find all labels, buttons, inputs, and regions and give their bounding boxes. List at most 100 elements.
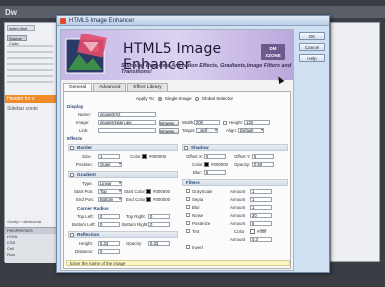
shadow-color-label: Color: <box>192 162 204 167</box>
posterize-amount-input[interactable]: 5 <box>250 220 272 226</box>
general-panel: Apply To: Single Image Global Selector D… <box>63 91 291 269</box>
top-left-label: Top Left: <box>77 214 94 219</box>
image-browse-button[interactable]: Browse... <box>159 119 179 126</box>
top-left-input[interactable]: 0 <box>98 214 120 219</box>
gradient-type-label: Type: <box>82 181 93 186</box>
bottom-left-input[interactable]: 0 <box>98 222 120 227</box>
dmxzone-logo: DM XZONE <box>261 44 285 60</box>
invert-checkbox[interactable] <box>186 245 190 249</box>
gradient-checkbox[interactable] <box>70 172 74 177</box>
name-input[interactable]: imageDrh2 <box>98 112 156 117</box>
align-select[interactable]: Default <box>238 128 264 133</box>
file-tab[interactable]: index.html <box>7 25 35 31</box>
bottom-right-label: Bottom Right: <box>122 222 149 227</box>
logo-bottom-text: XZONE <box>265 53 281 58</box>
blur-checkbox[interactable] <box>186 205 190 209</box>
code-lines <box>7 45 53 87</box>
gradient-end-pos-label: End Pos: <box>76 197 94 202</box>
header-preview-text: Header for s <box>5 95 59 103</box>
gradient-end-color-value: #000000 <box>153 197 171 202</box>
top-right-input[interactable]: 0 <box>148 214 170 219</box>
target-select[interactable]: _self <box>196 128 218 133</box>
grayscale-checkbox[interactable] <box>186 189 190 193</box>
shadow-offset-x-input[interactable]: 5 <box>204 154 226 159</box>
gradient-end-color-swatch[interactable] <box>146 197 151 202</box>
border-color-swatch[interactable] <box>142 154 147 159</box>
reflection-height-input[interactable]: 0.33 <box>98 241 120 246</box>
tab-effect-library[interactable]: Effect Library <box>127 83 168 91</box>
reflection-height-label: Height: <box>79 241 93 246</box>
shadow-checkbox[interactable] <box>184 145 188 150</box>
banner-subtitle: Stunning Real-time Animation Effects, Gr… <box>121 63 292 75</box>
reflection-opacity-input[interactable]: 0.33 <box>148 241 170 246</box>
cancel-button[interactable]: Cancel <box>299 43 325 51</box>
shadow-color-swatch[interactable] <box>204 162 209 167</box>
reflection-checkbox[interactable] <box>70 232 74 237</box>
noise-label: Noise <box>192 212 204 218</box>
image-input[interactable]: images/spain.jpg <box>98 120 156 125</box>
gradient-end-pos-select[interactable]: Bottom <box>98 197 122 202</box>
height-input[interactable]: 133 <box>244 120 270 125</box>
target-label: Target: <box>182 128 196 133</box>
noise-amount-input[interactable]: 30 <box>250 212 272 218</box>
shadow-blur-input[interactable]: 5 <box>204 170 226 175</box>
blur-label: Blur <box>192 204 200 210</box>
shadow-opacity-input[interactable]: 0.50 <box>252 162 274 167</box>
shadow-title: Shadow <box>191 145 209 150</box>
link-browse-button[interactable]: Browse... <box>159 127 179 134</box>
sepia-amount-label: Amount <box>230 196 246 202</box>
constrain-checkbox[interactable] <box>223 120 227 125</box>
border-checkbox[interactable] <box>70 145 74 150</box>
effects-section-title: Effects <box>67 136 83 141</box>
global-selector-radio[interactable] <box>194 96 199 101</box>
tint-checkbox[interactable] <box>186 229 190 233</box>
bottom-right-input[interactable]: 0 <box>148 222 170 227</box>
border-position-select[interactable]: Outer <box>98 162 122 167</box>
reflection-distance-input[interactable]: 0 <box>98 249 120 254</box>
single-image-label: Single Image <box>164 96 192 101</box>
tint-color-value: #ffffff <box>257 228 267 234</box>
gradient-end-color-label: End Color: <box>126 197 147 202</box>
dialog-title: HTML5 Image Enhancer <box>69 18 135 24</box>
grayscale-amount-input[interactable]: 1 <box>250 188 272 194</box>
reflection-title: Reflection <box>77 232 100 237</box>
tag-selector[interactable]: <body> <div#conta <box>7 219 41 224</box>
dialog-titlebar[interactable]: HTML5 Image Enhancer <box>57 16 329 26</box>
gradient-type-select[interactable]: Linear <box>98 181 122 186</box>
link-input[interactable] <box>98 128 156 133</box>
noise-checkbox[interactable] <box>186 213 190 217</box>
display-section-title: Display <box>67 104 84 109</box>
shadow-offset-y-input[interactable]: 5 <box>252 154 274 159</box>
prop-row[interactable]: Row <box>5 252 59 258</box>
tint-label: Tint <box>192 228 200 234</box>
ok-button[interactable]: OK <box>299 32 325 40</box>
help-button[interactable]: Help <box>299 54 325 62</box>
tint-color-swatch[interactable] <box>250 228 255 234</box>
gradient-start-pos-label: Start Pos: <box>74 189 94 194</box>
apply-to-label: Apply To: <box>136 96 155 101</box>
gradient-start-color-label: Start Color: <box>124 189 147 194</box>
gradient-start-color-swatch[interactable] <box>146 189 151 194</box>
dialog-content: HTML5 Image Enhancer Stunning Real-time … <box>60 29 294 271</box>
source-code-button[interactable]: Source Code <box>7 35 27 46</box>
sepia-checkbox[interactable] <box>186 197 190 201</box>
global-selector-label: Global Selector <box>201 96 234 101</box>
name-label: Name: <box>78 112 91 117</box>
sepia-amount-input[interactable]: 1 <box>250 196 272 202</box>
blur-amount-input[interactable]: 1 <box>250 204 272 210</box>
shadow-offset-y-label: Offset Y: <box>234 154 251 159</box>
border-title: Border <box>77 145 93 150</box>
gradient-start-pos-select[interactable]: Top <box>98 189 122 194</box>
tab-bar: General Advanced Effect Library <box>63 83 168 92</box>
bottom-left-label: Bottom Left: <box>72 222 96 227</box>
tab-advanced[interactable]: Advanced <box>93 83 127 91</box>
app-icon <box>60 18 66 24</box>
border-size-input[interactable]: 1 <box>98 154 120 159</box>
width-label: Width: <box>182 120 195 125</box>
image-enhancer-dialog: HTML5 Image Enhancer HTML5 Image Enhance… <box>56 15 330 273</box>
width-input[interactable]: 200 <box>194 120 220 125</box>
single-image-radio[interactable] <box>157 96 162 101</box>
shadow-opacity-label: Opacity: <box>234 162 251 167</box>
tint-amount-input[interactable]: 0.3 <box>250 236 272 242</box>
posterize-checkbox[interactable] <box>186 221 190 225</box>
